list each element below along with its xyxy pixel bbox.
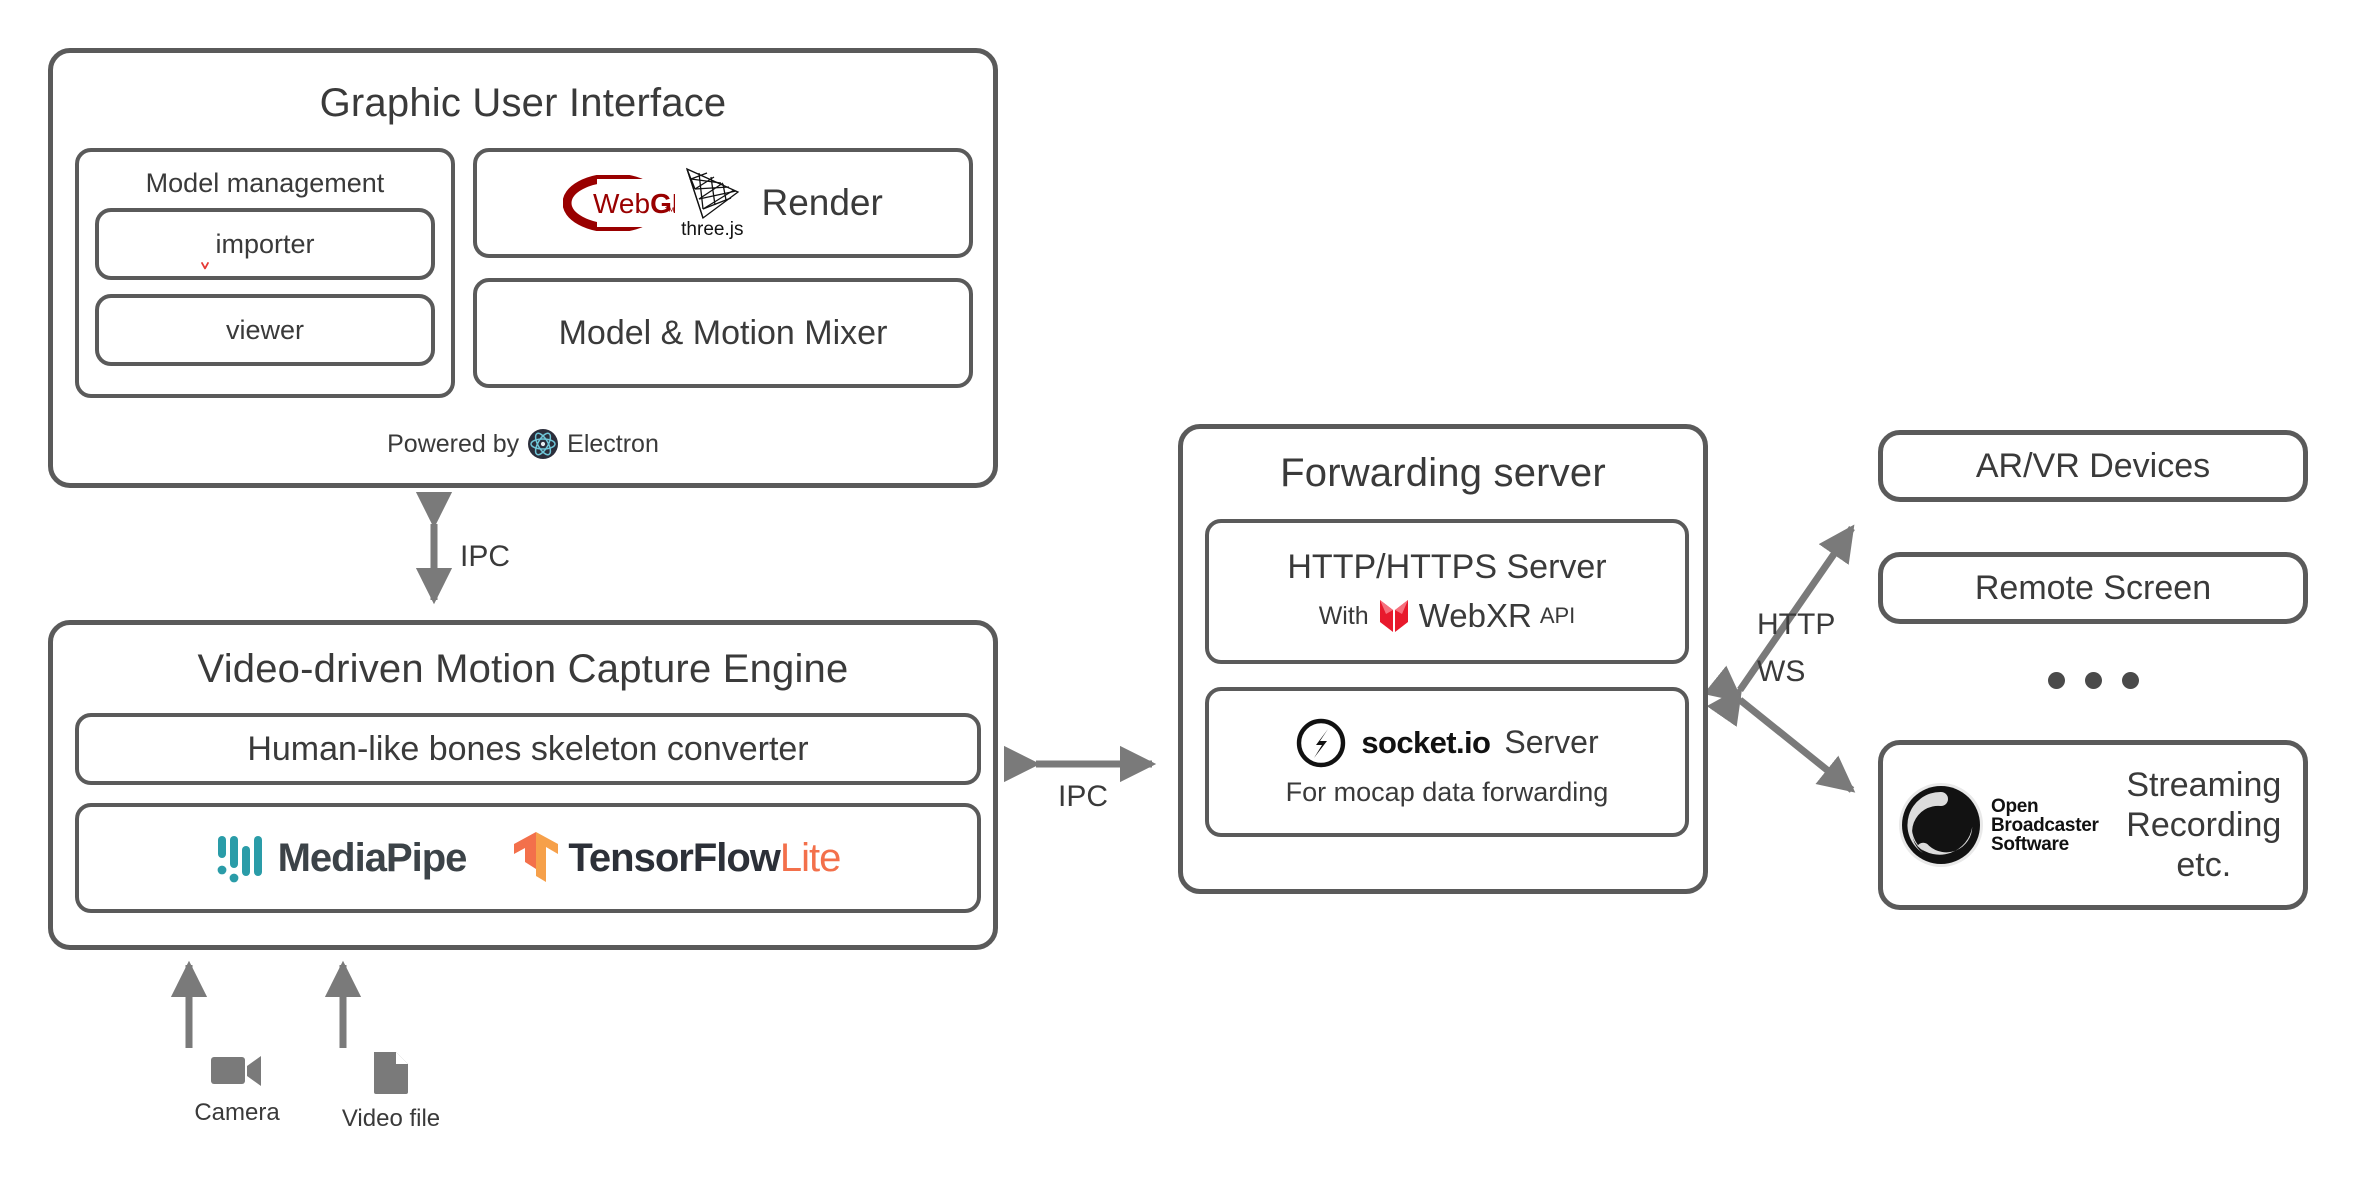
viewer-label: viewer [225,314,305,345]
forwarding-server-panel: Forwarding server HTTP/HTTPS Server With… [1178,424,1708,894]
model-motion-mixer-box[interactable]: Model & Motion Mixer [473,278,973,388]
electron-logo-icon [528,429,559,459]
threejs-logo-mark [686,167,740,220]
electron-label: Electron [567,429,659,458]
ellipsis-dot [2047,672,2065,689]
obs-usage-lines: Streaming Recording etc. [2105,765,2303,885]
threejs-logo: three.js [681,165,743,241]
tensorflow-logo-mark [514,832,559,882]
tensorflow-wordmark: TensorFlowLite [568,835,841,881]
render-label: Render [761,182,883,223]
powered-by-row: Powered by Electron [53,429,993,459]
webxr-row: With WebXR API [1319,597,1576,635]
camera-input[interactable]: Camera [162,1050,312,1127]
ellipsis-dot [2084,672,2102,689]
video-file-label: Video file [341,1105,441,1132]
importer-label: importer [215,228,315,259]
webxr-logo-icon [1379,600,1408,632]
socketio-description: For mocap data forwarding [1285,776,1609,807]
forwarding-server-title: Forwarding server [1280,451,1606,495]
render-logos: WebGL ™ three.js [563,165,883,241]
arvr-devices-box[interactable]: AR/VR Devices [1878,430,2308,502]
tensorflow-name: TensorFlow [568,835,780,880]
importer-box[interactable]: importer [95,208,435,280]
tensorflow-lite-suffix: Lite [779,835,841,880]
obs-streaming-box[interactable]: Open Broadcaster Software Streaming Reco… [1878,740,2308,910]
mediapipe-logo-mark [217,836,262,883]
mocap-panel-title: Video-driven Motion Capture Engine [197,647,849,691]
obs-usage-line-2: Recording [2126,805,2282,844]
skeleton-converter-box[interactable]: Human-like bones skeleton converter [75,713,981,785]
http-server-box[interactable]: HTTP/HTTPS Server With WebXR API [1205,519,1689,664]
render-box[interactable]: WebGL ™ three.js [473,148,973,258]
gui-panel-title: Graphic User Interface [319,81,727,125]
camera-label: Camera [194,1099,280,1126]
remote-screen-box[interactable]: Remote Screen [1878,552,2308,624]
viewer-box[interactable]: viewer [95,294,435,366]
model-motion-mixer-label: Model & Motion Mixer [558,313,888,352]
socketio-server-suffix: Server [1504,724,1599,760]
skeleton-converter-label: Human-like bones skeleton converter [247,729,809,768]
svg-text:WebGL: WebGL [593,188,675,219]
ellipsis-dot [2121,672,2139,689]
remote-screen-label: Remote Screen [1974,568,2212,607]
connector-label-ipc-horizontal: IPC [1058,780,1109,813]
model-management-group: Model management importer viewer [75,148,455,398]
powered-by-prefix: Powered by [387,429,520,458]
socketio-row: socket.io Server [1295,717,1599,769]
obs-logo-icon [1899,783,1983,867]
arrow-server-clients-lower [1703,665,1856,793]
arvr-devices-label: AR/VR Devices [1975,446,2211,485]
mediapipe-logo: MediaPipe [216,832,467,884]
webxr-with-prefix: With [1318,601,1369,630]
connector-label-http: HTTP [1757,608,1836,641]
motion-capture-engine-panel: Video-driven Motion Capture Engine Human… [48,620,998,950]
threejs-wordmark: three.js [681,219,744,240]
tensorflow-logo: TensorFlowLite [512,830,841,886]
obs-wordmark-line-1: Open [1991,795,2039,817]
obs-wordmark-line-2: Broadcaster [1991,814,2099,836]
http-server-label: HTTP/HTTPS Server [1287,548,1607,586]
obs-wordmark: Open Broadcaster Software [1991,797,2099,854]
obs-usage-line-3: etc. [2176,846,2232,885]
model-management-label: Model management [145,168,385,198]
webgl-logo: WebGL ™ [563,175,675,231]
svg-text:™: ™ [664,206,675,218]
obs-wordmark-line-3: Software [1991,833,2069,855]
graphic-user-interface-panel: Graphic User Interface Model management … [48,48,998,488]
webgl-logo-mark: WebGL ™ [563,175,675,231]
video-file-input[interactable]: Video file [316,1050,466,1133]
socketio-wordmark: socket.io [1361,724,1491,760]
webxr-name: WebXR [1418,597,1532,634]
input-sources-group: Camera Video file [48,958,468,1158]
socketio-logo-icon [1297,718,1346,767]
diagram-canvas: Graphic User Interface Model management … [0,0,2354,1180]
connector-label-ipc-vertical: IPC [460,540,511,573]
video-camera-icon [211,1056,261,1086]
ellipsis-indicator [1878,672,2308,689]
ml-frameworks-box[interactable]: MediaPipe TensorFlowLite [75,803,981,913]
file-document-icon [374,1052,408,1094]
spellcheck-squiggle-icon [201,262,209,270]
obs-usage-line-1: Streaming [2126,765,2282,804]
webxr-api-suffix: API [1539,603,1576,628]
mediapipe-wordmark: MediaPipe [277,835,468,880]
socketio-server-box[interactable]: socket.io Server For mocap data forwardi… [1205,687,1689,837]
connector-label-ws: WS [1757,655,1806,688]
